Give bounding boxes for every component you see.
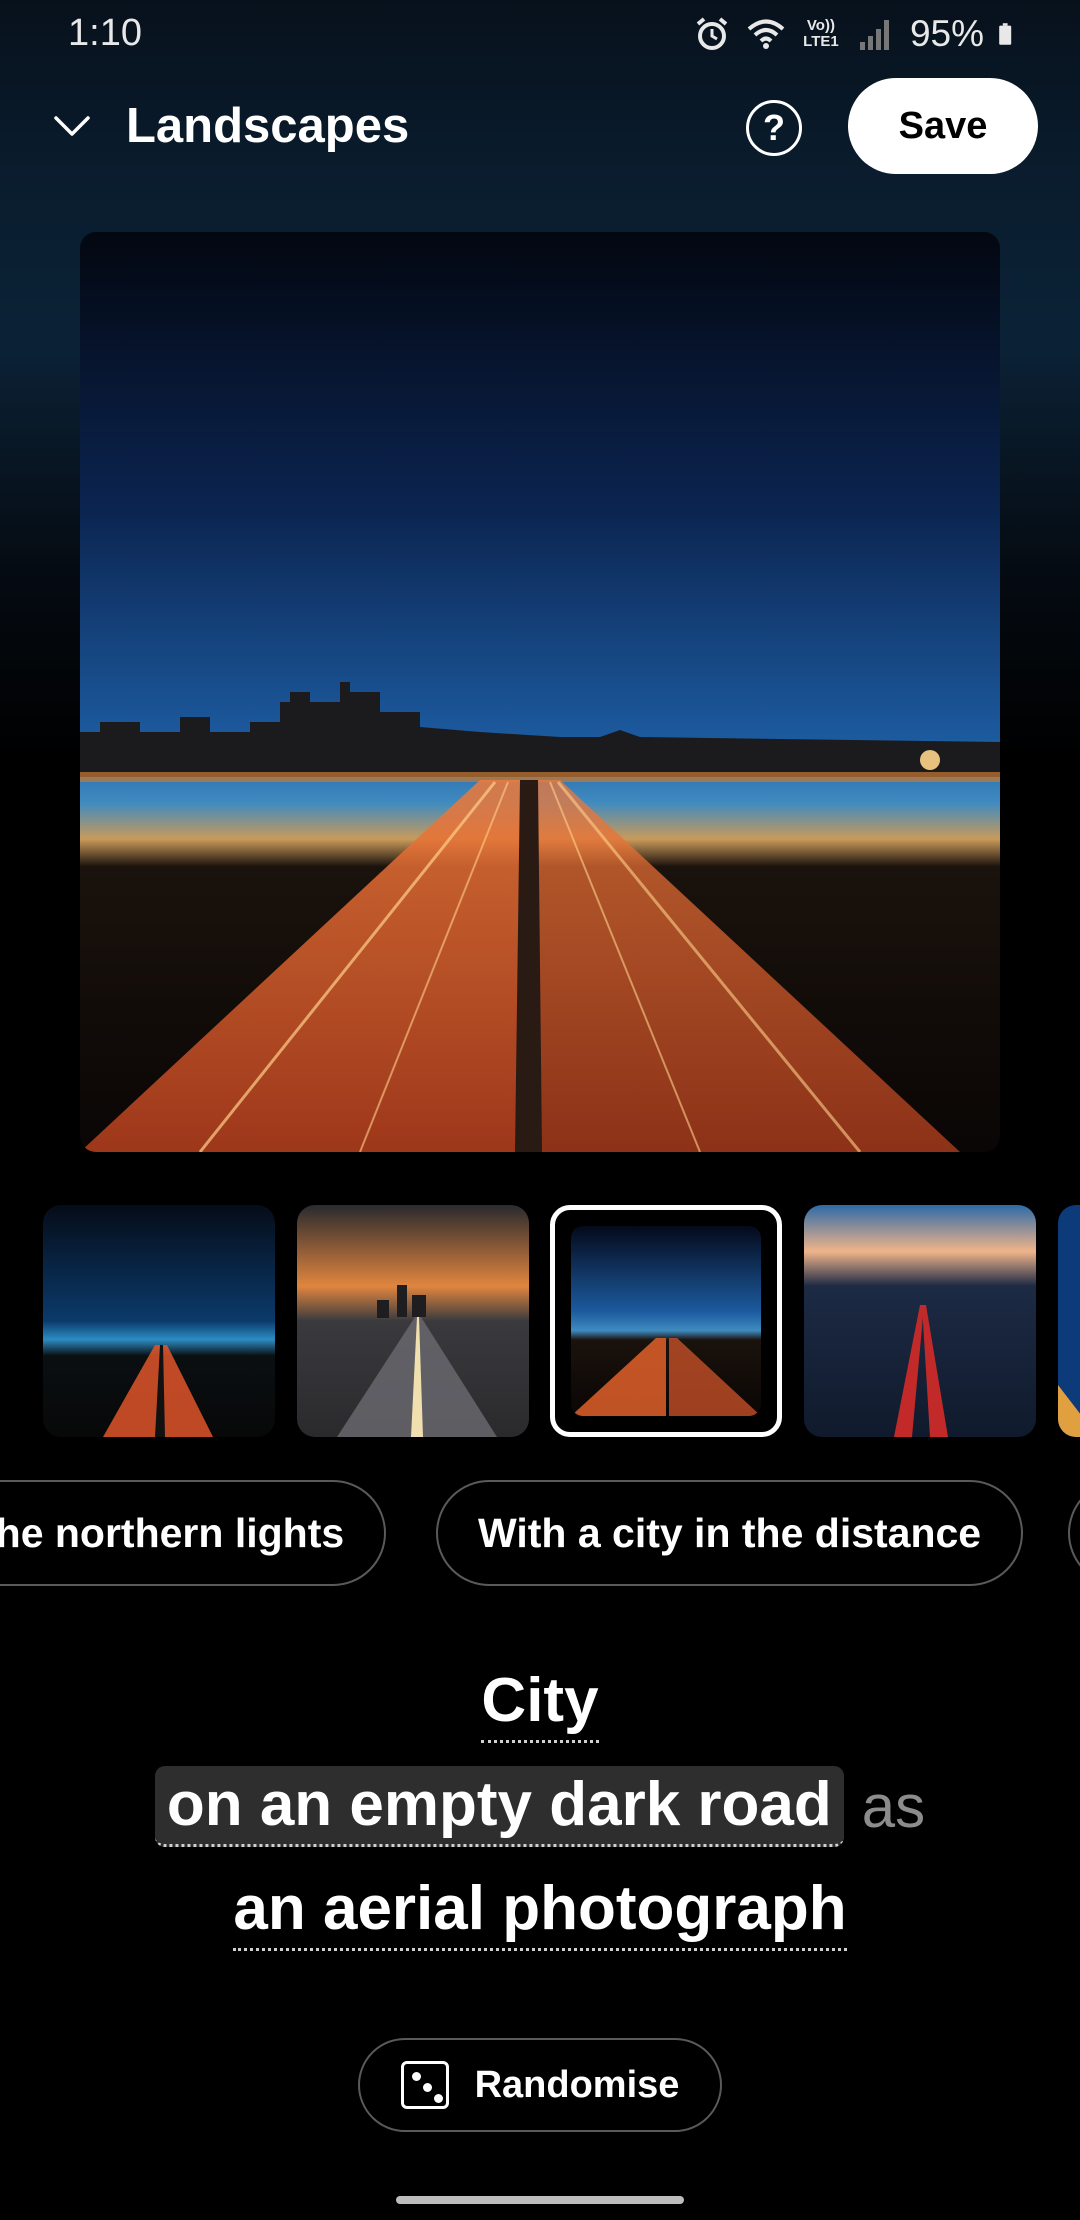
chevron-down-icon (54, 116, 90, 136)
battery-icon (999, 23, 1012, 45)
prompt-style[interactable]: an aerial photograph (233, 1870, 847, 1951)
variant-thumbnails (0, 1205, 1080, 1437)
prompt-subject[interactable]: City (481, 1662, 599, 1743)
suggestion-chip[interactable]: the northern lights (0, 1480, 387, 1586)
home-indicator[interactable] (396, 2196, 684, 2204)
generated-image (80, 232, 1000, 1152)
page-title: Landscapes (126, 99, 410, 153)
suggestion-chip[interactable]: With a city in the distance (436, 1480, 1024, 1586)
collapse-button[interactable] (40, 94, 104, 158)
dice-icon (400, 2061, 449, 2109)
volte-icon: Vo)) LTE1 (803, 17, 839, 50)
prompt-builder: City on an empty dark road as an aerial … (0, 1650, 1080, 1962)
status-icons: Vo)) LTE1 95% (692, 12, 1022, 56)
signal-icon (859, 20, 889, 50)
prompt-connector: as (861, 1772, 926, 1840)
help-button[interactable]: ? (746, 100, 802, 156)
suggestion-chip-partial[interactable] (1068, 1480, 1080, 1586)
thumbnail-2[interactable] (297, 1205, 529, 1437)
thumbnail-3-selected[interactable] (550, 1205, 782, 1437)
suggestion-chips: the northern lights With a city in the d… (0, 1480, 1080, 1586)
thumbnail-4[interactable] (804, 1205, 1036, 1437)
status-bar: 1:10 Vo)) LTE1 95% (0, 0, 1080, 70)
thumbnail-5[interactable] (1058, 1205, 1080, 1437)
randomise-label: Randomise (474, 2063, 680, 2106)
alarm-icon (696, 17, 728, 50)
status-time: 1:10 (68, 12, 142, 54)
randomise-button[interactable]: Randomise (358, 2038, 722, 2132)
save-button[interactable]: Save (848, 78, 1038, 174)
prompt-setting[interactable]: on an empty dark road (154, 1765, 844, 1847)
thumbnail-1[interactable] (43, 1205, 275, 1437)
wifi-icon (747, 19, 785, 49)
battery-percent: 95% (909, 13, 984, 54)
header: Landscapes ? Save (0, 70, 1080, 185)
